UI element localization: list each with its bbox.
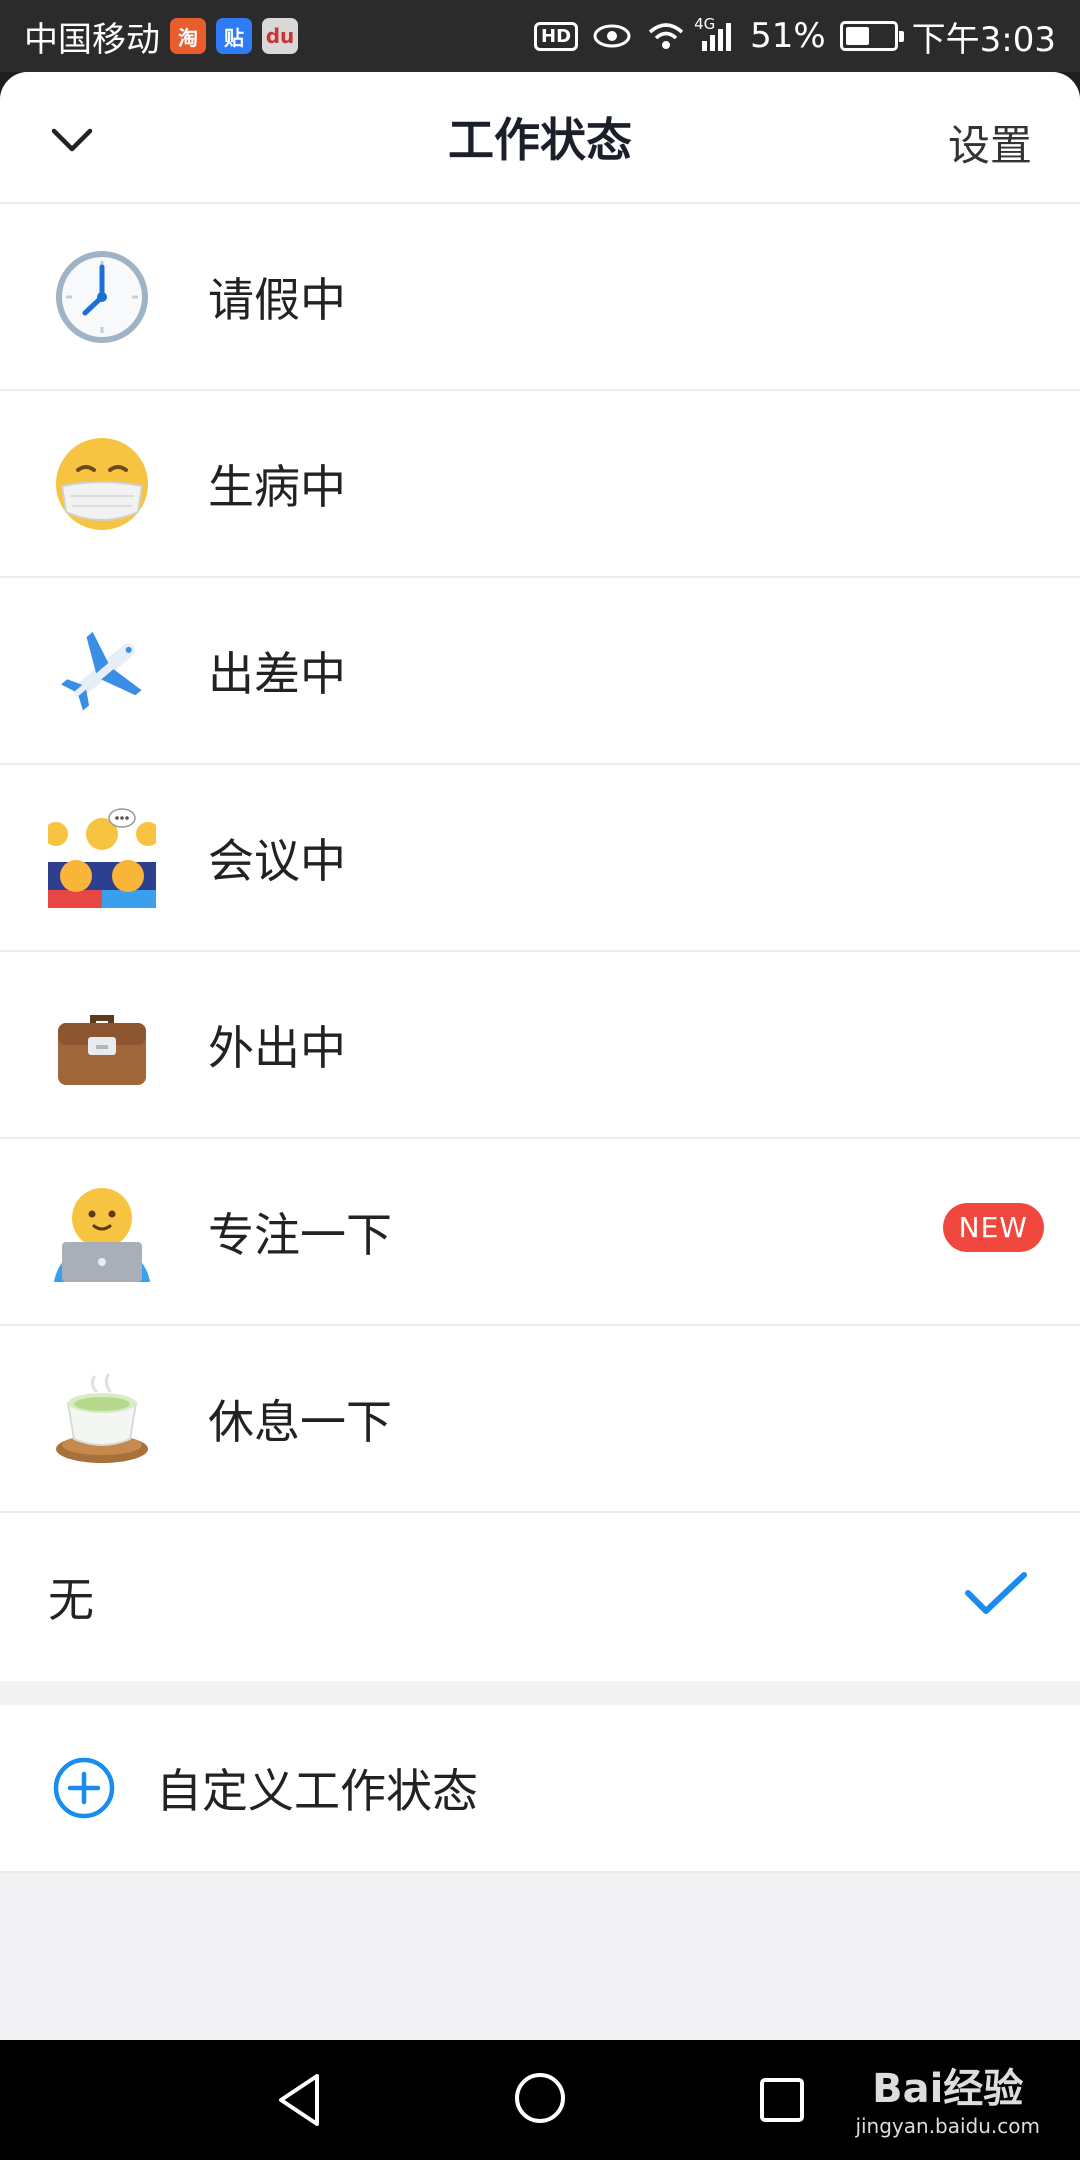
baidu-map-icon: du	[262, 18, 298, 54]
sheet-header: 工作状态 设置	[0, 72, 1080, 204]
chevron-down-icon	[51, 128, 93, 152]
wifi-icon	[648, 23, 684, 49]
tea-icon	[48, 1365, 156, 1473]
status-item-sick[interactable]: 生病中	[0, 391, 1080, 578]
new-badge: NEW	[942, 1203, 1044, 1252]
watermark-logo: Bai经验	[872, 2066, 1024, 2112]
status-item-leave[interactable]: 请假中	[0, 204, 1080, 391]
status-label: 生病中	[208, 459, 346, 514]
status-bar-left: 中国移动 淘 贴 du	[24, 12, 298, 61]
taobao-icon: 淘	[170, 18, 206, 54]
airplane-icon	[48, 617, 156, 725]
status-bar-right: HD 4G 51% 下午3:03	[534, 12, 1056, 61]
status-list: 请假中 生病中 出差中 会议中 外出中 专注一下 NEW 休息一下 无	[0, 204, 1080, 1681]
add-circle-icon	[53, 1757, 115, 1819]
status-item-travel[interactable]: 出差中	[0, 578, 1080, 765]
status-label: 休息一下	[208, 1394, 392, 1449]
system-nav-bar: Bai经验 jingyan.baidu.com	[0, 2040, 1080, 2160]
watermark: Bai经验 jingyan.baidu.com	[855, 2056, 1040, 2138]
battery-percent: 51%	[750, 16, 826, 56]
laptop-person-icon	[48, 1178, 156, 1286]
custom-status-label: 自定义工作状态	[156, 1764, 478, 1818]
battery-fill	[845, 27, 869, 45]
mask-face-icon	[48, 430, 156, 538]
clock-icon	[48, 243, 156, 351]
status-item-focus[interactable]: 专注一下 NEW	[0, 1139, 1080, 1326]
status-label: 会议中	[208, 833, 346, 888]
work-status-sheet: 工作状态 设置 请假中 生病中 出差中 会议中 外出中 专注一下 NEW 休息一…	[0, 72, 1080, 2040]
status-bar: 中国移动 淘 贴 du HD 4G 51% 下午3:03	[0, 0, 1080, 72]
page-title: 工作状态	[448, 113, 632, 167]
status-label: 专注一下	[208, 1207, 392, 1262]
signal-group: 4G	[694, 15, 736, 51]
status-item-meeting[interactable]: 会议中	[0, 765, 1080, 952]
home-nav-icon[interactable]	[512, 2070, 568, 2126]
recent-apps-icon[interactable]	[758, 2076, 806, 2124]
eye-icon	[593, 24, 631, 48]
carrier-name: 中国移动	[24, 19, 160, 60]
section-divider	[0, 1681, 1080, 1705]
collapse-button[interactable]	[40, 112, 104, 168]
status-label: 请假中	[208, 272, 346, 327]
hd-icon: HD	[534, 21, 579, 51]
settings-button[interactable]: 设置	[948, 112, 1032, 173]
status-label: 外出中	[208, 1020, 346, 1075]
status-item-out[interactable]: 外出中	[0, 952, 1080, 1139]
checkmark-icon	[965, 1572, 1027, 1614]
meeting-icon	[48, 804, 156, 912]
briefcase-icon	[48, 991, 156, 1099]
tieba-icon: 贴	[216, 18, 252, 54]
clock-time: 下午3:03	[911, 19, 1056, 60]
status-item-rest[interactable]: 休息一下	[0, 1326, 1080, 1513]
custom-status-button[interactable]: 自定义工作状态	[0, 1705, 1080, 1873]
back-nav-icon[interactable]	[275, 2070, 325, 2130]
none-label: 无	[48, 1573, 94, 1627]
status-item-none[interactable]: 无	[0, 1513, 1080, 1681]
status-label: 出差中	[208, 646, 346, 701]
watermark-url: jingyan.baidu.com	[855, 2114, 1040, 2138]
network-type: 4G	[694, 15, 716, 33]
battery-icon	[839, 21, 904, 51]
